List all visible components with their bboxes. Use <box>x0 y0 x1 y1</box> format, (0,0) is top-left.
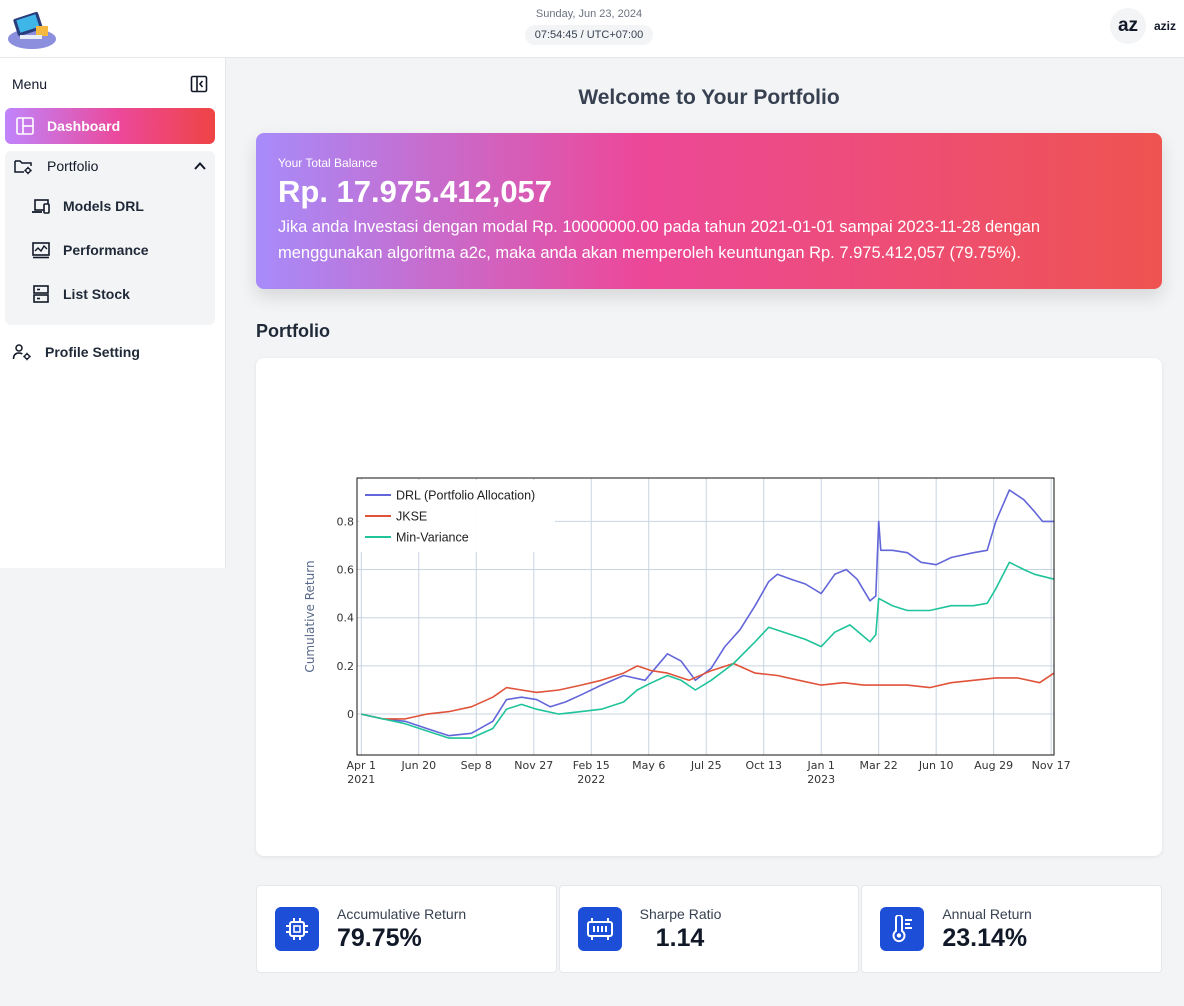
x-tick-label: Aug 29 <box>974 759 1013 772</box>
sidebar-item-performance[interactable]: Performance <box>31 238 201 262</box>
stat-annual-return: Annual Return 23.14% <box>861 885 1163 973</box>
section-title: Portfolio <box>256 321 330 341</box>
devices-icon <box>31 196 51 216</box>
sidebar-item-models-drl[interactable]: Models DRL <box>31 194 201 218</box>
user-menu[interactable]: az aziz <box>1109 8 1176 44</box>
legend-label: DRL (Portfolio Allocation) <box>396 489 535 503</box>
stat-accumulative-return: Accumulative Return 79.75% <box>256 885 557 973</box>
x-tick-sublabel: 2021 <box>347 773 375 786</box>
y-tick-label: 0.4 <box>337 612 355 625</box>
sidebar-collapse-icon[interactable] <box>190 75 208 93</box>
x-tick-label: Nov 27 <box>514 759 553 772</box>
x-tick-label: Jun 20 <box>400 759 436 772</box>
stat-value: 23.14% <box>942 923 1028 952</box>
y-axis-label: Cumulative Return <box>303 560 317 672</box>
stat-value: 1.14 <box>655 923 705 952</box>
avatar[interactable]: az <box>1109 8 1146 44</box>
sidebar-item-portfolio[interactable]: Portfolio <box>5 151 215 181</box>
x-tick-label: Sep 8 <box>461 759 492 772</box>
x-tick-sublabel: 2023 <box>807 773 835 786</box>
sidebar-item-label: List Stock <box>63 286 130 302</box>
stats-row: Accumulative Return 79.75% Sharpe Ratio … <box>256 885 1163 973</box>
page-title: Welcome to Your Portfolio <box>578 86 840 109</box>
balance-label: Your Total Balance <box>278 156 378 170</box>
x-tick-label: Jun 10 <box>918 759 954 772</box>
x-tick-sublabel: 2022 <box>577 773 605 786</box>
y-tick-label: 0.2 <box>337 660 355 673</box>
series-line-2 <box>361 561 1055 739</box>
y-tick-label: 0.6 <box>337 564 355 577</box>
y-tick-label: 0 <box>347 708 354 721</box>
sidebar-item-label: Performance <box>63 242 149 258</box>
menu-label: Menu <box>12 76 48 92</box>
clock: Sunday, Jun 23, 2024 07:54:45 / UTC+07:0… <box>512 6 666 45</box>
x-tick-label: Mar 22 <box>860 759 898 772</box>
sidebar-item-profile-setting[interactable]: Profile Setting <box>12 342 140 362</box>
memory-icon <box>577 907 622 951</box>
balance-amount: Rp. 17.975.412,057 <box>278 174 553 209</box>
sidebar-group-portfolio: Portfolio Models DRL Performance List St… <box>5 151 215 325</box>
x-tick-label: Apr 1 <box>347 759 377 772</box>
cpu-icon <box>275 907 319 951</box>
user-settings-icon <box>12 342 32 362</box>
sidebar: Menu Dashboard Portfolio Models DRL Perf… <box>0 58 226 568</box>
stat-sharpe-ratio: Sharpe Ratio 1.14 <box>558 885 860 973</box>
sidebar-item-label: Portfolio <box>47 158 99 174</box>
y-tick-label: 0.8 <box>337 515 355 528</box>
chart-monitor-icon <box>31 240 51 260</box>
current-time: 07:54:45 / UTC+07:00 <box>524 25 654 45</box>
username[interactable]: aziz <box>1154 19 1176 33</box>
balance-description: Jika anda Investasi dengan modal Rp. 100… <box>278 218 1041 262</box>
sidebar-item-label: Profile Setting <box>45 344 140 360</box>
x-tick-label: Nov 17 <box>1032 759 1071 772</box>
sidebar-item-list-stock[interactable]: List Stock <box>31 282 201 306</box>
chevron-up-icon[interactable] <box>193 159 207 173</box>
legend-label: JKSE <box>396 510 427 524</box>
portfolio-chart-card: DRL (Portfolio Allocation) JKSE Min-Varian… <box>256 358 1162 856</box>
folder-settings-icon <box>13 156 33 176</box>
sidebar-item-dashboard[interactable]: Dashboard <box>5 108 215 144</box>
stat-name: Annual Return <box>942 905 1032 922</box>
top-bar: Sunday, Jun 23, 2024 07:54:45 / UTC+07:0… <box>0 0 1184 58</box>
x-tick-label: May 6 <box>632 759 665 772</box>
app-logo[interactable] <box>6 6 58 50</box>
x-tick-label: Jul 25 <box>690 759 722 772</box>
sidebar-header: Menu <box>12 74 208 94</box>
x-tick-label: Feb 15 <box>573 759 610 772</box>
sidebar-item-label: Models DRL <box>63 198 144 214</box>
legend-label: Min-Variance <box>396 531 469 545</box>
server-icon <box>31 284 51 304</box>
x-tick-label: Oct 13 <box>745 759 782 772</box>
current-date: Sunday, Jun 23, 2024 <box>535 8 643 20</box>
stat-value: 79.75% <box>337 923 422 952</box>
stat-name: Sharpe Ratio <box>639 905 722 922</box>
balance-card: Your Total Balance Rp. 17.975.412,057 Ji… <box>256 133 1162 289</box>
portfolio-chart[interactable]: DRL (Portfolio Allocation) JKSE Min-Varian… <box>256 358 1162 856</box>
thermometer-icon <box>880 907 925 951</box>
x-tick-label: Jan 1 <box>806 759 834 772</box>
stat-name: Accumulative Return <box>337 905 467 922</box>
sidebar-item-label: Dashboard <box>47 118 121 134</box>
series-line-1 <box>361 662 1055 720</box>
layout-icon <box>15 116 35 136</box>
